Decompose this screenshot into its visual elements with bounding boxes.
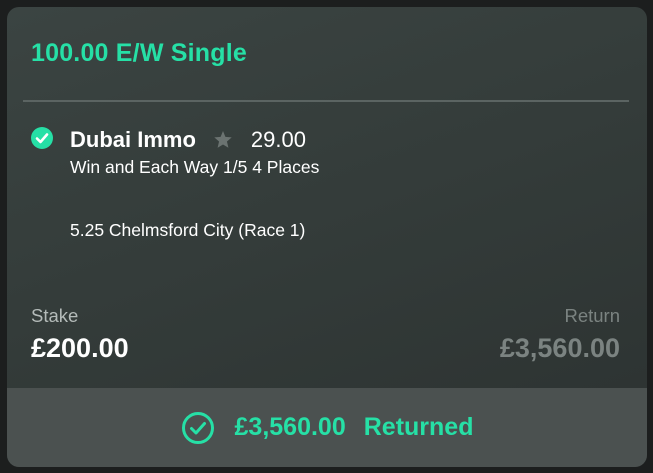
check-circle-icon — [31, 127, 53, 149]
star-icon[interactable] — [212, 129, 234, 151]
return-label: Return — [564, 305, 620, 326]
stake-label: Stake — [31, 305, 79, 326]
selection-row: Dubai Immo 29.00 — [70, 125, 306, 155]
event-name: 5.25 Chelmsford City (Race 1) — [70, 220, 306, 240]
selection-odds: 29.00 — [250, 127, 306, 152]
selection-name: Dubai Immo — [70, 127, 196, 152]
stake-value: £200.00 — [31, 333, 129, 363]
returned-amount: £3,560.00 — [234, 413, 346, 441]
bet-card: 100.00 E/W Single Dubai Immo 29.00 Win a… — [7, 7, 647, 467]
market-description: Win and Each Way 1/5 4 Places — [70, 157, 320, 177]
returned-status: Returned — [363, 413, 474, 441]
return-value: £3,560.00 — [499, 333, 620, 363]
check-circle-outline-icon — [181, 411, 214, 444]
returned-banner: £3,560.00 Returned — [7, 388, 647, 467]
bet-title: 100.00 E/W Single — [31, 39, 247, 67]
divider — [23, 100, 629, 102]
